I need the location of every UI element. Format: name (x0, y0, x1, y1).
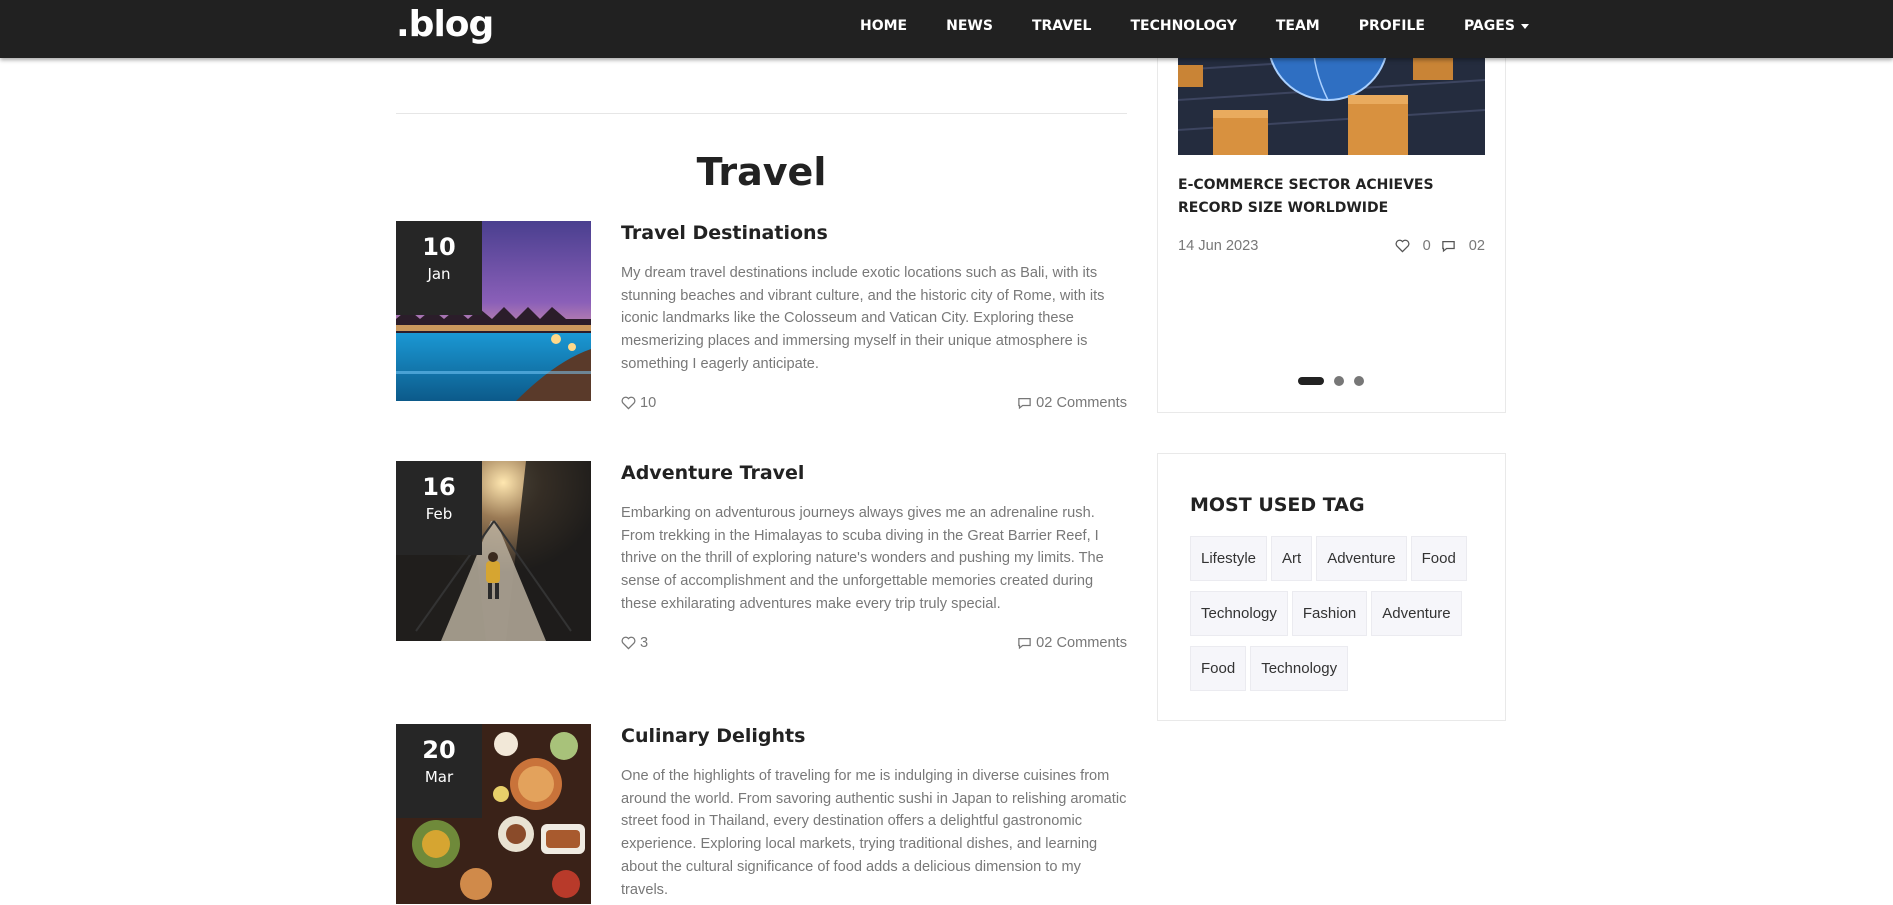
post-meta: 10 02 Comments (621, 395, 1127, 415)
like-count: 0 (1422, 238, 1431, 254)
date-month: Feb (425, 505, 453, 523)
comments-link[interactable]: 02 (1441, 238, 1485, 254)
tags-list: Lifestyle Art Adventure Food Technology … (1190, 536, 1490, 701)
content-divider (396, 113, 1127, 114)
date-badge: 10 Jan (396, 221, 482, 315)
comment-count: 02 (1468, 238, 1485, 254)
like-button[interactable]: 3 (621, 635, 648, 651)
comments-link[interactable]: 02 Comments (1017, 635, 1127, 651)
post-title[interactable]: Travel Destinations (621, 222, 1127, 244)
tag-technology[interactable]: Technology (1190, 591, 1288, 636)
carousel-title[interactable]: E-COMMERCE SECTOR ACHIEVES RECORD SIZE W… (1178, 174, 1488, 220)
most-used-tags: MOST USED TAG Lifestyle Art Adventure Fo… (1157, 453, 1506, 721)
like-button[interactable]: 10 (621, 395, 656, 411)
tag-adventure[interactable]: Adventure (1316, 536, 1407, 581)
nav-item-news[interactable]: NEWS (946, 18, 993, 34)
like-button[interactable]: 0 (1395, 238, 1431, 254)
tag-technology[interactable]: Technology (1250, 646, 1349, 691)
carousel-dot-1[interactable] (1298, 377, 1324, 385)
heart-icon (1395, 239, 1410, 253)
navbar: .blog HOME NEWS TRAVEL TECHNOLOGY TEAM P… (0, 0, 1893, 58)
nav-item-travel[interactable]: TRAVEL (1032, 18, 1092, 34)
date-month: Jan (427, 265, 451, 283)
date-badge: 16 Feb (396, 461, 482, 555)
date-day: 10 (422, 233, 456, 261)
heart-icon (621, 396, 636, 410)
caret-down-icon (1520, 23, 1529, 29)
comment-count: 02 Comments (1036, 634, 1127, 651)
post-thumbnail[interactable]: 16 Feb (396, 461, 591, 641)
comment-icon (1442, 241, 1455, 253)
nav-item-home[interactable]: HOME (860, 18, 907, 34)
carousel-date: 14 Jun 2023 (1178, 238, 1259, 254)
carousel-dot-2[interactable] (1334, 376, 1344, 386)
post-body: Travel Destinations My dream travel dest… (621, 221, 1127, 415)
like-count: 10 (640, 394, 657, 411)
tags-heading: MOST USED TAG (1190, 494, 1365, 516)
post-excerpt: My dream travel destinations include exo… (621, 265, 1105, 372)
post-excerpt: One of the highlights of traveling for m… (621, 768, 1127, 898)
nav-item-pages-label: PAGES (1463, 18, 1515, 34)
brand-logo[interactable]: .blog (396, 4, 494, 45)
nav-item-team[interactable]: TEAM (1276, 18, 1320, 34)
tag-food[interactable]: Food (1410, 536, 1467, 581)
carousel-stats: 0 02 (1385, 238, 1485, 254)
featured-carousel: E-COMMERCE SECTOR ACHIEVES RECORD SIZE W… (1157, 40, 1506, 413)
comment-count: 02 Comments (1036, 394, 1127, 411)
tag-fashion[interactable]: Fashion (1291, 591, 1368, 636)
post-title[interactable]: Adventure Travel (621, 462, 1127, 484)
post-thumbnail[interactable]: 20 Mar (396, 724, 591, 904)
post-thumbnail[interactable]: 10 Jan (396, 221, 591, 401)
heart-icon (621, 636, 636, 650)
comments-link[interactable]: 02 Comments (1017, 395, 1127, 411)
post-body: Adventure Travel Embarking on adventurou… (621, 461, 1127, 655)
comment-icon (1018, 397, 1031, 409)
tag-art[interactable]: Art (1271, 536, 1313, 581)
nav-item-profile[interactable]: PROFILE (1359, 18, 1425, 34)
comment-icon (1018, 637, 1031, 649)
carousel-pagination (1298, 376, 1374, 386)
date-day: 16 (422, 473, 456, 501)
section-title: Travel (696, 150, 827, 194)
post-excerpt: Embarking on adventurous journeys always… (621, 505, 1104, 612)
like-count: 3 (640, 634, 649, 651)
nav-item-technology[interactable]: TECHNOLOGY (1130, 18, 1236, 34)
date-day: 20 (422, 736, 456, 764)
date-badge: 20 Mar (396, 724, 482, 818)
tag-food[interactable]: Food (1190, 646, 1247, 691)
post-body: Culinary Delights One of the highlights … (621, 724, 1127, 901)
date-month: Mar (424, 768, 454, 786)
tag-adventure[interactable]: Adventure (1371, 591, 1462, 636)
post-title[interactable]: Culinary Delights (621, 725, 1127, 747)
nav-menu: HOME NEWS TRAVEL TECHNOLOGY TEAM PROFILE… (860, 0, 1568, 52)
post-meta: 3 02 Comments (621, 635, 1127, 655)
carousel-dot-3[interactable] (1354, 376, 1364, 386)
tag-lifestyle[interactable]: Lifestyle (1190, 536, 1268, 581)
nav-item-pages-dropdown[interactable]: PAGES (1464, 18, 1529, 34)
